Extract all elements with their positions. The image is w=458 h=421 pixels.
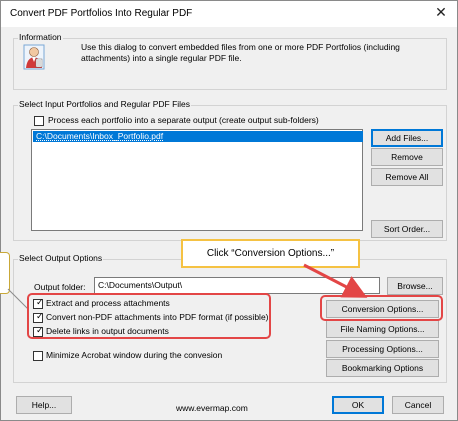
dialog-window: Convert PDF Portfolios Into Regular PDF …	[0, 0, 458, 421]
options-checkboxes-highlight	[27, 293, 271, 339]
input-group-label: Select Input Portfolios and Regular PDF …	[18, 99, 192, 109]
browse-button[interactable]: Browse...	[387, 277, 443, 295]
information-group-label: Information	[18, 32, 63, 42]
title-bar: Convert PDF Portfolios Into Regular PDF …	[1, 1, 457, 27]
help-button[interactable]: Help...	[16, 396, 72, 414]
website-text: www.evermap.com	[176, 403, 248, 413]
processing-options-button[interactable]: Processing Options...	[326, 340, 439, 358]
close-icon[interactable]: ✕	[433, 5, 449, 21]
list-item[interactable]: C:\Documents\Inbox_Portfolio.pdf	[33, 131, 363, 142]
bookmarking-options-button[interactable]: Bookmarking Options	[326, 359, 439, 377]
ok-button[interactable]: OK	[332, 396, 384, 414]
input-files-list[interactable]: C:\Documents\Inbox_Portfolio.pdf	[31, 129, 363, 231]
arrow-icon	[303, 263, 368, 298]
callout-text: Click “Conversion Options...”	[206, 248, 335, 259]
user-info-icon	[23, 44, 45, 70]
output-folder-label: Output folder:	[34, 282, 86, 292]
remove-all-button[interactable]: Remove All	[371, 168, 443, 186]
file-naming-options-button[interactable]: File Naming Options...	[326, 320, 439, 338]
minimize-acrobat-checkbox[interactable]	[33, 351, 43, 361]
sort-order-button[interactable]: Sort Order...	[371, 220, 443, 238]
add-files-button[interactable]: Add Files...	[371, 129, 443, 147]
window-title: Convert PDF Portfolios Into Regular PDF	[10, 8, 193, 19]
output-group-label: Select Output Options	[18, 253, 104, 263]
remove-button[interactable]: Remove	[371, 148, 443, 166]
information-text: Use this dialog to convert embedded file…	[81, 42, 400, 63]
cancel-button[interactable]: Cancel	[392, 396, 444, 414]
separate-output-checkbox[interactable]	[34, 116, 44, 126]
separate-output-label: Process each portfolio into a separate o…	[48, 115, 319, 125]
minimize-acrobat-label: Minimize Acrobat window during the conve…	[46, 350, 223, 360]
